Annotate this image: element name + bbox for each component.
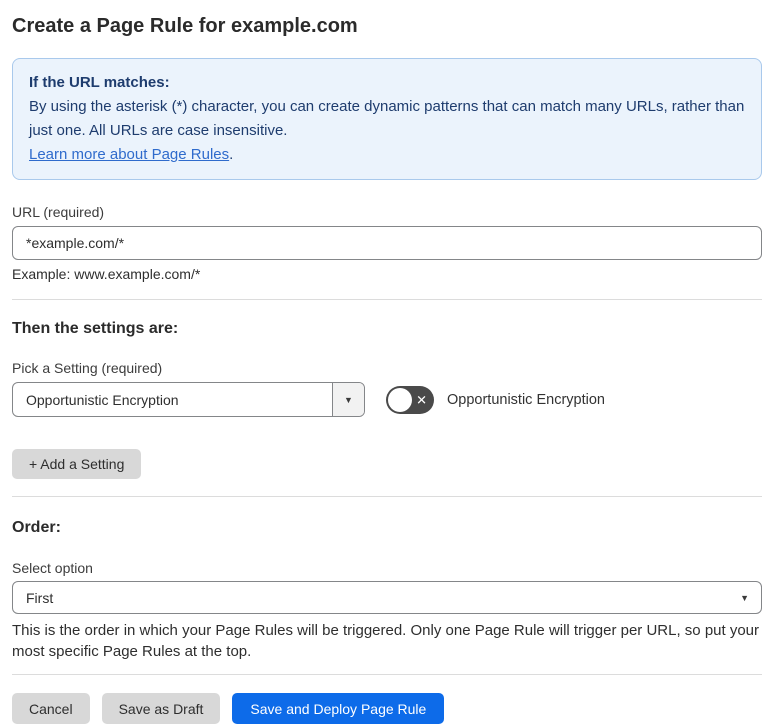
divider [12,674,762,675]
info-box-heading: If the URL matches: [29,74,170,91]
toggle-knob [388,387,412,412]
url-example-hint: Example: www.example.com/* [12,266,201,282]
order-section-heading: Order: [12,519,61,536]
setting-dropdown-value: Opportunistic Encryption [26,391,179,408]
url-match-info-box: If the URL matches: By using the asteris… [12,58,762,180]
info-box-link-line: Learn more about Page Rules. [29,143,745,167]
url-input[interactable] [12,226,762,260]
chevron-down-icon: ▼ [740,592,749,603]
save-as-draft-button[interactable]: Save as Draft [101,693,221,724]
dropdown-button[interactable]: ▼ [332,383,364,416]
divider [12,496,762,497]
info-box-body: By using the asterisk (*) character, you… [29,98,745,139]
create-page-rule-form: Create a Page Rule for example.com If th… [0,0,775,724]
save-and-deploy-button[interactable]: Save and Deploy Page Rule [232,693,445,724]
order-description: This is the order in which your Page Rul… [12,622,760,660]
link-period: . [229,146,234,163]
form-actions: Cancel Save as Draft Save and Deploy Pag… [12,693,762,724]
page-title: Create a Page Rule for example.com [12,15,358,37]
url-field-label: URL (required) [12,204,105,220]
cancel-button[interactable]: Cancel [12,693,90,724]
divider [12,299,762,300]
order-select-value: First [26,589,54,606]
chevron-down-icon: ▼ [344,394,353,405]
setting-dropdown[interactable]: Opportunistic Encryption ▼ [12,382,365,417]
order-select-label: Select option [12,560,93,576]
order-select[interactable]: First ▼ [12,581,762,614]
toggle-off-x-icon: ✕ [416,392,427,407]
setting-row: Opportunistic Encryption ▼ ✕ Opportunist… [12,382,762,417]
add-setting-button[interactable]: + Add a Setting [12,449,142,479]
pick-setting-label: Pick a Setting (required) [12,360,163,376]
settings-section-heading: Then the settings are: [12,320,179,337]
opportunistic-encryption-toggle[interactable]: ✕ [386,385,434,414]
toggle-label: Opportunistic Encryption [447,391,605,408]
learn-more-link[interactable]: Learn more about Page Rules [29,146,229,163]
